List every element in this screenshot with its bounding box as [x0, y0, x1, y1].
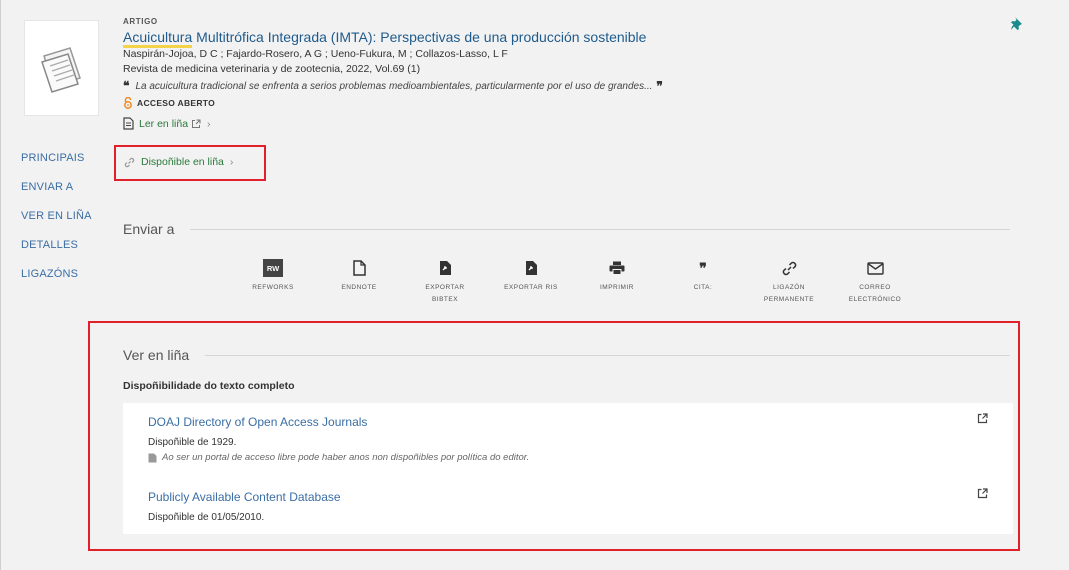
cite-label: CITA: [693, 284, 713, 291]
left-border [0, 0, 1, 570]
refworks-button[interactable]: RW REFWORKS [230, 259, 316, 306]
document-thumbnail-icon [40, 47, 81, 93]
record-thumbnail[interactable] [24, 20, 99, 116]
record-type: ARTIGO [123, 17, 158, 26]
record-details: ARTIGO Acuicultura Multitrófica Integrad… [123, 17, 1003, 130]
section-nav: PRINCIPAIS ENVIAR A VER EN LIÑA DETALLES… [21, 152, 92, 297]
email-button[interactable]: CORREO ELECTRÓNICO [832, 259, 918, 306]
record-source: Revista de medicina veterinaria y de zoo… [123, 63, 421, 75]
chevron-right-icon: › [229, 156, 234, 168]
page: PRINCIPAIS ENVIAR A VER EN LIÑA DETALLES… [0, 0, 1069, 570]
endnote-label: ENDNOTE [341, 284, 377, 291]
source-item: DOAJ Directory of Open Access Journals D… [148, 415, 529, 463]
export-ris-label: EXPORTAR RIS [504, 284, 558, 291]
record-authors: Naspirán-Jojoa, D C ; Fajardo-Rosero, A … [123, 48, 508, 60]
nav-item-enviar-a[interactable]: ENVIAR A [21, 181, 92, 193]
email-label: CORREO ELECTRÓNICO [848, 284, 902, 303]
open-access-label: ACCESO ABERTO [137, 98, 216, 108]
send-to-header: Enviar a [123, 221, 1011, 237]
divider [190, 228, 1011, 230]
full-text-availability-heading: Dispoñibilidade do texto completo [123, 380, 295, 392]
mail-icon [866, 261, 884, 275]
full-text-sources-panel: DOAJ Directory of Open Access Journals D… [123, 403, 1013, 534]
print-button[interactable]: IMPRIMIR [574, 259, 660, 306]
source-link-doaj[interactable]: DOAJ Directory of Open Access Journals [148, 415, 529, 429]
permalink-label: LIGAZÓN PERMANENTE [763, 284, 815, 303]
nav-item-detalles[interactable]: DETALLES [21, 239, 92, 251]
close-quote-icon: ❞ [656, 79, 663, 93]
document-icon [123, 117, 134, 130]
view-online-header: Ver en liña [123, 347, 1011, 363]
export-bibtex-label: EXPORTAR BIBTEX [425, 284, 465, 303]
print-label: IMPRIMIR [600, 284, 634, 291]
chevron-right-icon: › [207, 117, 211, 130]
refworks-icon: RW [263, 259, 283, 277]
source-note-text: Ao ser un portal de acceso libre pode ha… [162, 452, 530, 463]
nav-item-ligazons[interactable]: LIGAZÓNS [21, 268, 92, 280]
record-title[interactable]: Acuicultura Multitrófica Integrada (IMTA… [123, 29, 1003, 48]
external-link-icon [192, 119, 201, 128]
nav-item-ver-en-lina[interactable]: VER EN LIÑA [21, 210, 92, 222]
divider [205, 354, 1011, 356]
note-icon [148, 453, 157, 462]
record-abstract: ❝ La acuicultura tradicional se enfrenta… [123, 79, 1003, 93]
source-note: Ao ser un portal de acceso libre pode ha… [148, 452, 529, 463]
available-online-label: Dispoñible en liña [141, 156, 224, 168]
pin-icon[interactable] [1010, 16, 1024, 37]
send-to-actions: RW REFWORKS ENDNOTE EXPORTAR BIBTEX EXPO… [230, 259, 918, 306]
export-ris-button[interactable]: EXPORTAR RIS [488, 259, 574, 306]
export-bibtex-button[interactable]: EXPORTAR BIBTEX [402, 259, 488, 306]
read-online-link[interactable]: Ler en liña › [123, 117, 1003, 130]
export-file-icon [439, 261, 451, 275]
title-rest: Multitrófica Integrada (IMTA): Perspecti… [192, 29, 647, 45]
export-file-icon [525, 261, 537, 275]
open-access-badge: ACCESO ABERTO [123, 97, 1003, 109]
title-highlight: Acuicultura [123, 29, 193, 48]
view-online-title: Ver en liña [123, 347, 190, 363]
open-lock-icon [124, 97, 132, 109]
read-online-label: Ler en liña [139, 117, 189, 130]
external-link-icon[interactable] [977, 411, 988, 429]
available-online-link[interactable]: Dispoñible en liña › [124, 156, 233, 168]
endnote-button[interactable]: ENDNOTE [316, 259, 402, 306]
document-icon [352, 260, 366, 276]
link-icon [782, 261, 796, 275]
print-icon [609, 261, 625, 275]
refworks-label: REFWORKS [252, 284, 294, 291]
send-to-title: Enviar a [123, 221, 175, 237]
source-coverage: Dispoñible de 1929. [148, 437, 237, 448]
source-link-publicly-available[interactable]: Publicly Available Content Database [148, 490, 341, 504]
cite-button[interactable]: ❞ CITA: [660, 259, 746, 306]
permalink-button[interactable]: LIGAZÓN PERMANENTE [746, 259, 832, 306]
external-link-icon[interactable] [977, 486, 988, 504]
link-icon [124, 157, 135, 167]
nav-item-principais[interactable]: PRINCIPAIS [21, 152, 92, 164]
open-quote-icon: ❝ [123, 79, 130, 93]
source-item: Publicly Available Content Database Disp… [148, 490, 341, 523]
source-coverage: Dispoñible de 01/05/2010. [148, 512, 265, 523]
abstract-text: La acuicultura tradicional se enfrenta a… [135, 80, 653, 92]
quote-icon: ❞ [699, 260, 707, 276]
